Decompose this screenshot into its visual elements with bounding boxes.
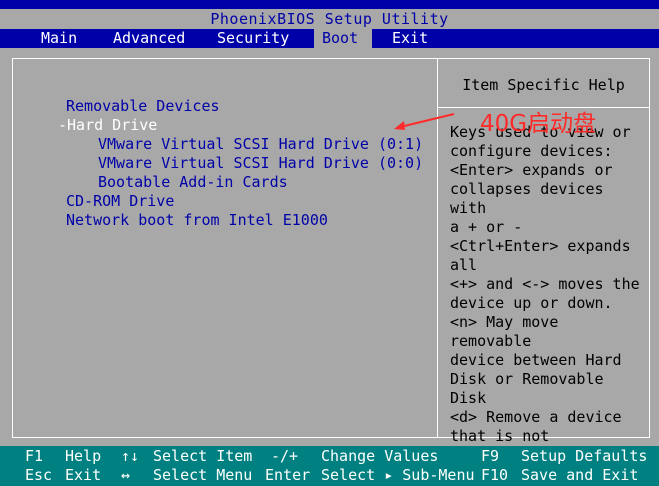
key-help-label: Help: [65, 447, 102, 465]
arrow-left-icon: [394, 113, 455, 130]
annotation-label: 40G启动盘: [480, 111, 597, 137]
boot-item-addin-cards[interactable]: Bootable Add-in Cards: [98, 173, 288, 192]
key-f9[interactable]: F9: [481, 447, 499, 466]
key-f1[interactable]: F1: [25, 447, 43, 466]
key-minus-plus[interactable]: -/+: [271, 447, 298, 466]
boot-priority-pane: Removable Devices -Hard Drive VMware Vir…: [12, 58, 437, 438]
boot-item-hdd-0-0[interactable]: VMware Virtual SCSI Hard Drive (0:0): [98, 154, 423, 173]
key-f10[interactable]: F10: [481, 466, 508, 485]
help-divider: [438, 107, 649, 108]
main-area: Removable Devices -Hard Drive VMware Vir…: [0, 48, 659, 464]
key-change-values-label: Change Values: [321, 447, 439, 465]
updown-arrow-icon: ↑↓: [121, 447, 140, 465]
menu-boot[interactable]: Boot: [314, 29, 373, 48]
menu-security[interactable]: Security: [209, 29, 297, 48]
key-exit-label: Exit: [65, 466, 102, 484]
help-text: Keys used to view or configure devices: …: [450, 123, 640, 464]
key-setup-defaults-label: Setup Defaults: [521, 447, 648, 465]
boot-item-hard-drive[interactable]: -Hard Drive: [58, 116, 157, 135]
key-enter[interactable]: Enter: [265, 466, 310, 485]
menu-bar: Main Advanced Security Boot Exit: [0, 29, 659, 48]
key-select-item-label: Select Item: [153, 447, 253, 465]
menu-exit[interactable]: Exit: [384, 29, 436, 48]
boot-item-network[interactable]: Network boot from Intel E1000: [66, 211, 328, 230]
leftright-arrow-icon: ↔: [121, 466, 131, 484]
key-esc[interactable]: Esc: [25, 466, 52, 485]
key-select-menu-label: Select Menu: [153, 466, 253, 484]
key-legend-bar: F1 Help ↑↓ Select Item -/+ Change Values…: [0, 446, 659, 486]
key-save-exit-label: Save and Exit: [521, 466, 639, 484]
menu-main[interactable]: Main: [33, 29, 85, 48]
boot-item-removable[interactable]: Removable Devices: [66, 97, 220, 116]
boot-item-hdd-0-1[interactable]: VMware Virtual SCSI Hard Drive (0:1): [98, 135, 423, 154]
window-title: PhoenixBIOS Setup Utility: [0, 9, 659, 29]
help-title: Item Specific Help: [462, 76, 625, 94]
boot-item-cdrom[interactable]: CD-ROM Drive: [66, 192, 174, 211]
menu-advanced[interactable]: Advanced: [105, 29, 193, 48]
key-select-submenu-label: Select ▸ Sub-Menu: [321, 466, 475, 484]
